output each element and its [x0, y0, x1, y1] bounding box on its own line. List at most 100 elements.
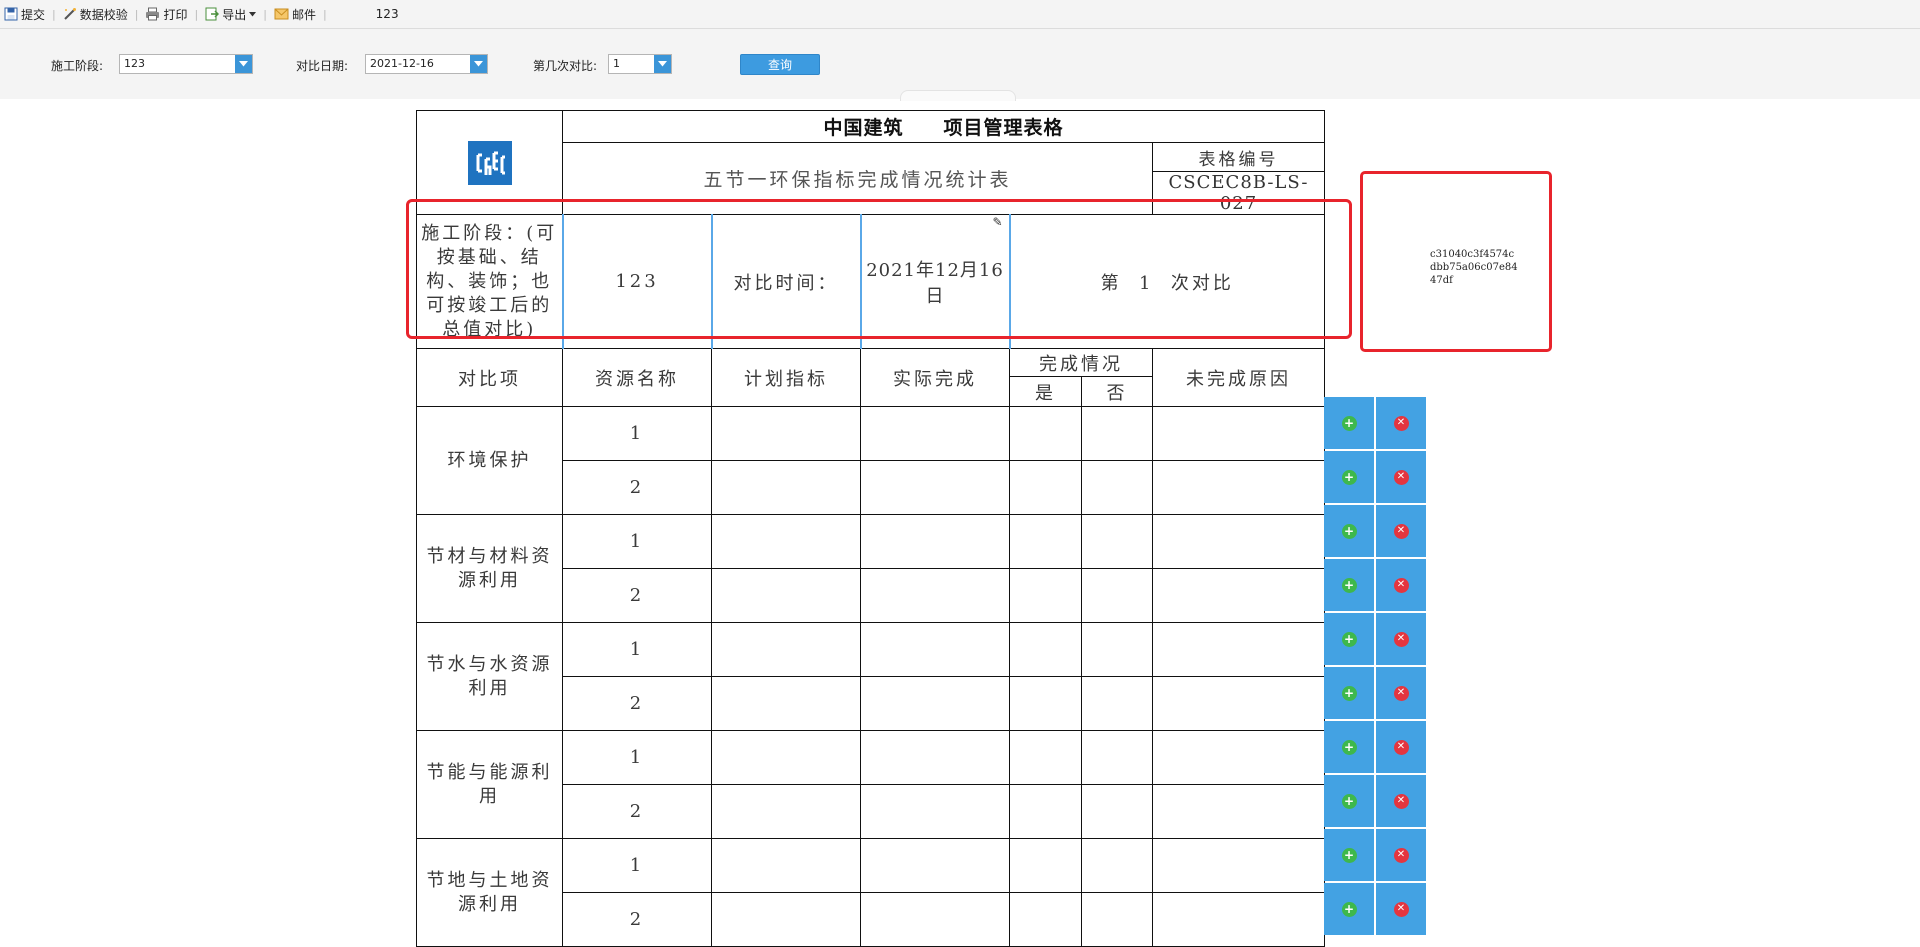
reason-cell[interactable] [1152, 784, 1325, 839]
no-cell[interactable] [1081, 892, 1153, 947]
no-cell[interactable] [1081, 730, 1153, 785]
yes-cell[interactable] [1009, 784, 1082, 839]
nth-value[interactable]: 1 [1139, 273, 1153, 294]
no-cell[interactable] [1081, 514, 1153, 569]
resource-name-cell[interactable]: 2 [562, 676, 712, 731]
plan-cell[interactable] [711, 838, 861, 893]
plan-cell[interactable] [711, 514, 861, 569]
collapse-handle[interactable] [900, 90, 1016, 101]
add-row-button[interactable]: + [1324, 505, 1374, 557]
stage-select[interactable]: 123 [119, 54, 253, 74]
add-row-button[interactable]: + [1324, 397, 1374, 449]
delete-row-button[interactable]: ✕ [1376, 397, 1426, 449]
plan-cell[interactable] [711, 460, 861, 515]
reason-cell[interactable] [1152, 730, 1325, 785]
resource-name-cell[interactable]: 1 [562, 730, 712, 785]
add-row-button[interactable]: + [1324, 829, 1374, 881]
add-row-button[interactable]: + [1324, 667, 1374, 719]
no-cell[interactable] [1081, 568, 1153, 623]
delete-row-button[interactable]: ✕ [1376, 883, 1426, 935]
yes-cell[interactable] [1009, 460, 1082, 515]
add-row-button[interactable]: + [1324, 559, 1374, 611]
actual-cell[interactable] [860, 514, 1010, 569]
delete-row-button[interactable]: ✕ [1376, 559, 1426, 611]
reason-cell[interactable] [1152, 514, 1325, 569]
times-select[interactable]: 1 [608, 54, 672, 74]
query-button[interactable]: 查询 [740, 54, 820, 75]
validate-button[interactable]: 数据校验 [59, 6, 132, 23]
delete-row-button[interactable]: ✕ [1376, 613, 1426, 665]
submit-button[interactable]: 提交 [0, 6, 49, 23]
chevron-down-icon[interactable] [654, 55, 671, 73]
print-button[interactable]: 打印 [141, 6, 191, 23]
resource-name-cell[interactable]: 2 [562, 460, 712, 515]
chevron-down-icon[interactable] [235, 55, 252, 73]
add-row-button[interactable]: + [1324, 883, 1374, 935]
plus-icon: + [1341, 793, 1357, 809]
plan-cell[interactable] [711, 730, 861, 785]
yes-cell[interactable] [1009, 514, 1082, 569]
close-icon: ✕ [1393, 523, 1409, 539]
plan-cell[interactable] [711, 676, 861, 731]
yes-cell[interactable] [1009, 406, 1082, 461]
stage-value-cell[interactable]: 123 [561, 214, 712, 349]
reason-cell[interactable] [1152, 406, 1325, 461]
actual-cell[interactable] [860, 568, 1010, 623]
yes-cell[interactable] [1009, 892, 1082, 947]
add-row-button[interactable]: + [1324, 775, 1374, 827]
no-cell[interactable] [1081, 838, 1153, 893]
no-cell[interactable] [1081, 676, 1153, 731]
plan-cell[interactable] [711, 406, 861, 461]
actual-cell[interactable] [860, 622, 1010, 677]
delete-row-button[interactable]: ✕ [1376, 775, 1426, 827]
reason-cell[interactable] [1152, 838, 1325, 893]
add-row-button[interactable]: + [1324, 451, 1374, 503]
actual-cell[interactable] [860, 406, 1010, 461]
resource-name-cell[interactable]: 2 [562, 568, 712, 623]
yes-cell[interactable] [1009, 568, 1082, 623]
plan-cell[interactable] [711, 568, 861, 623]
yes-cell[interactable] [1009, 730, 1082, 785]
resource-name-cell[interactable]: 1 [562, 406, 712, 461]
delete-row-button[interactable]: ✕ [1376, 451, 1426, 503]
reason-cell[interactable] [1152, 568, 1325, 623]
delete-row-button[interactable]: ✕ [1376, 721, 1426, 773]
delete-row-button[interactable]: ✕ [1376, 505, 1426, 557]
no-cell[interactable] [1081, 406, 1153, 461]
plan-cell[interactable] [711, 892, 861, 947]
reason-cell[interactable] [1152, 622, 1325, 677]
compare-date-cell[interactable]: 2021年12月16日 ✎ [859, 214, 1010, 349]
chevron-down-icon[interactable] [470, 55, 487, 73]
export-button[interactable]: 导出 [201, 6, 260, 23]
resource-name-cell[interactable]: 1 [562, 622, 712, 677]
mail-button[interactable]: 邮件 [270, 6, 320, 23]
actual-cell[interactable] [860, 460, 1010, 515]
resource-name-cell[interactable]: 1 [562, 514, 712, 569]
yes-cell[interactable] [1009, 622, 1082, 677]
delete-row-button[interactable]: ✕ [1376, 829, 1426, 881]
no-cell[interactable] [1081, 460, 1153, 515]
yes-cell[interactable] [1009, 838, 1082, 893]
resource-name-cell[interactable]: 2 [562, 784, 712, 839]
actual-cell[interactable] [860, 730, 1010, 785]
plan-cell[interactable] [711, 784, 861, 839]
add-row-button[interactable]: + [1324, 721, 1374, 773]
reason-cell[interactable] [1152, 676, 1325, 731]
actual-cell[interactable] [860, 784, 1010, 839]
reason-cell[interactable] [1152, 892, 1325, 947]
reason-cell[interactable] [1152, 460, 1325, 515]
nth-prefix: 第 [1100, 272, 1122, 294]
wand-icon [63, 7, 77, 21]
actual-cell[interactable] [860, 676, 1010, 731]
resource-name-cell[interactable]: 1 [562, 838, 712, 893]
yes-cell[interactable] [1009, 676, 1082, 731]
no-cell[interactable] [1081, 622, 1153, 677]
plan-cell[interactable] [711, 622, 861, 677]
add-row-button[interactable]: + [1324, 613, 1374, 665]
delete-row-button[interactable]: ✕ [1376, 667, 1426, 719]
date-picker[interactable]: 2021-12-16 [365, 54, 488, 74]
actual-cell[interactable] [860, 892, 1010, 947]
no-cell[interactable] [1081, 784, 1153, 839]
actual-cell[interactable] [860, 838, 1010, 893]
resource-name-cell[interactable]: 2 [562, 892, 712, 947]
